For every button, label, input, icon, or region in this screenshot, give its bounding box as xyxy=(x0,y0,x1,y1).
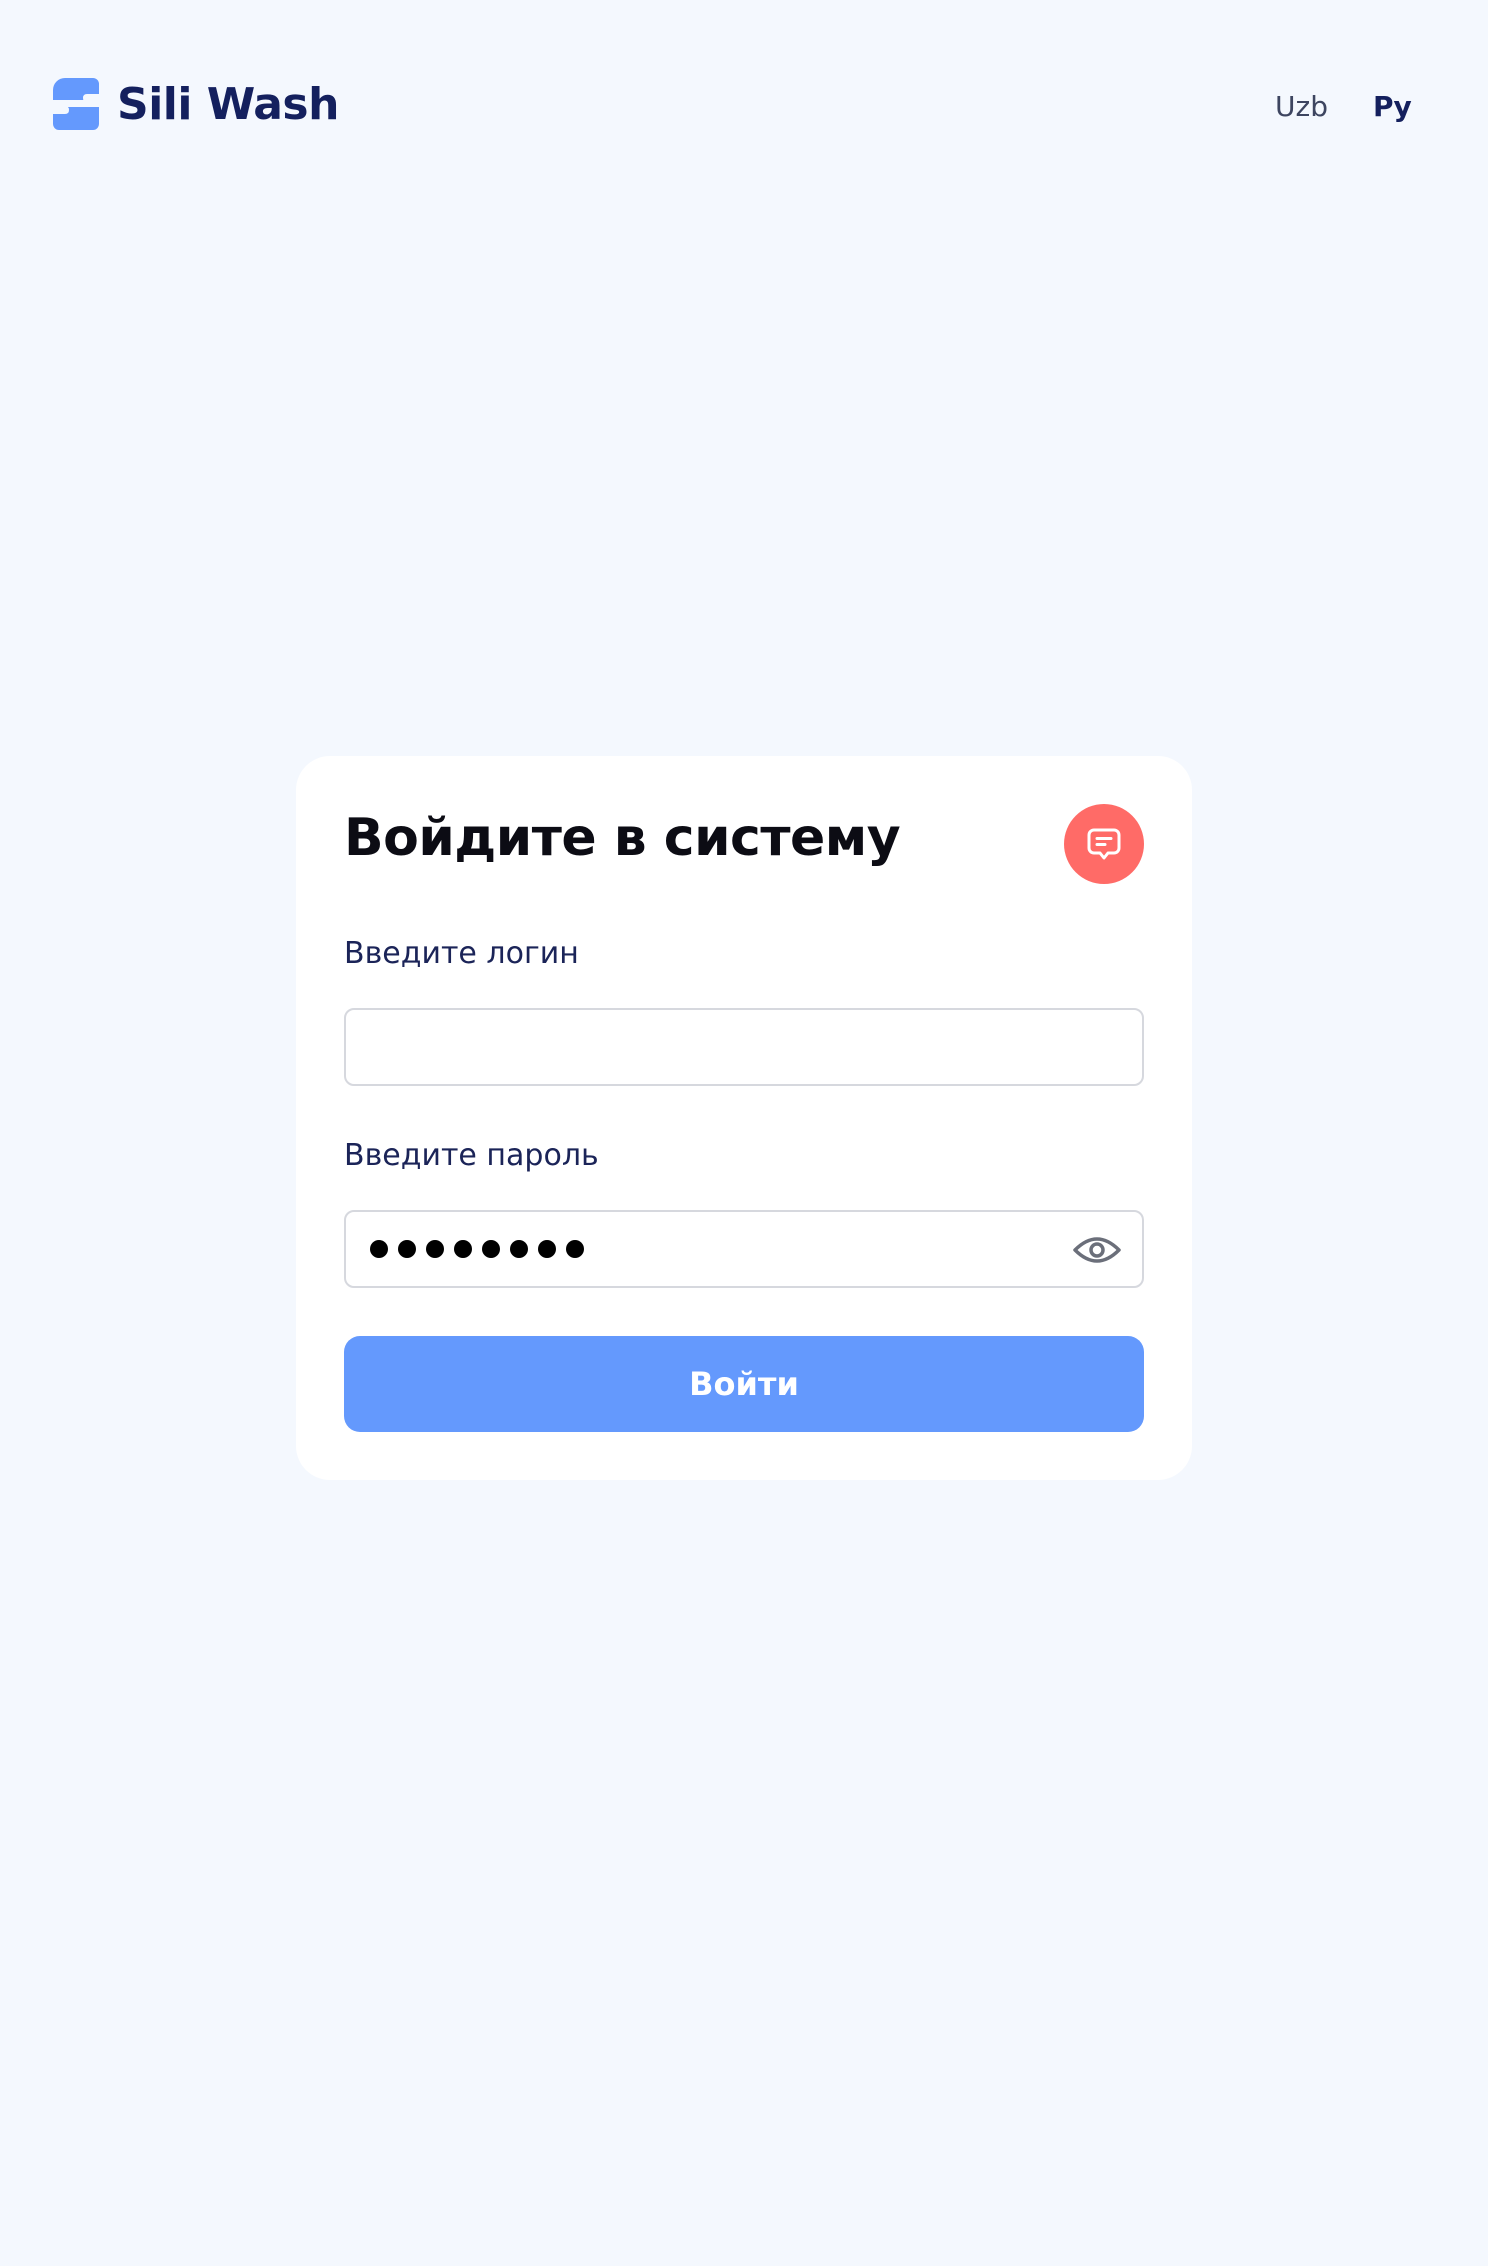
password-dot xyxy=(370,1240,388,1258)
login-label: Введите логин xyxy=(344,936,579,971)
logo-mark-icon xyxy=(53,78,99,130)
password-dot xyxy=(426,1240,444,1258)
password-dot xyxy=(398,1240,416,1258)
eye-icon xyxy=(1073,1237,1121,1263)
login-input[interactable] xyxy=(346,1010,1142,1084)
password-masked-value[interactable] xyxy=(370,1212,584,1286)
show-password-button[interactable] xyxy=(1072,1230,1122,1270)
header: Sili Wash Uzb Ру xyxy=(0,0,1488,220)
login-submit-button[interactable]: Войти xyxy=(344,1336,1144,1432)
support-chat-button[interactable] xyxy=(1064,804,1144,884)
password-dot xyxy=(566,1240,584,1258)
logo[interactable]: Sili Wash xyxy=(53,76,339,132)
password-dot xyxy=(454,1240,472,1258)
login-field[interactable] xyxy=(344,1008,1144,1086)
login-card: Войдите в систему Введите логин Введите … xyxy=(296,756,1192,1480)
page-title: Войдите в систему xyxy=(344,808,901,868)
password-field[interactable] xyxy=(344,1210,1144,1288)
chat-bubble-icon xyxy=(1087,828,1121,860)
password-label: Введите пароль xyxy=(344,1138,599,1173)
language-option-uzb[interactable]: Uzb xyxy=(1275,90,1328,123)
password-dot xyxy=(538,1240,556,1258)
language-option-ru[interactable]: Ру xyxy=(1373,90,1412,123)
password-dot xyxy=(482,1240,500,1258)
password-dot xyxy=(510,1240,528,1258)
logo-text: Sili Wash xyxy=(117,78,339,130)
